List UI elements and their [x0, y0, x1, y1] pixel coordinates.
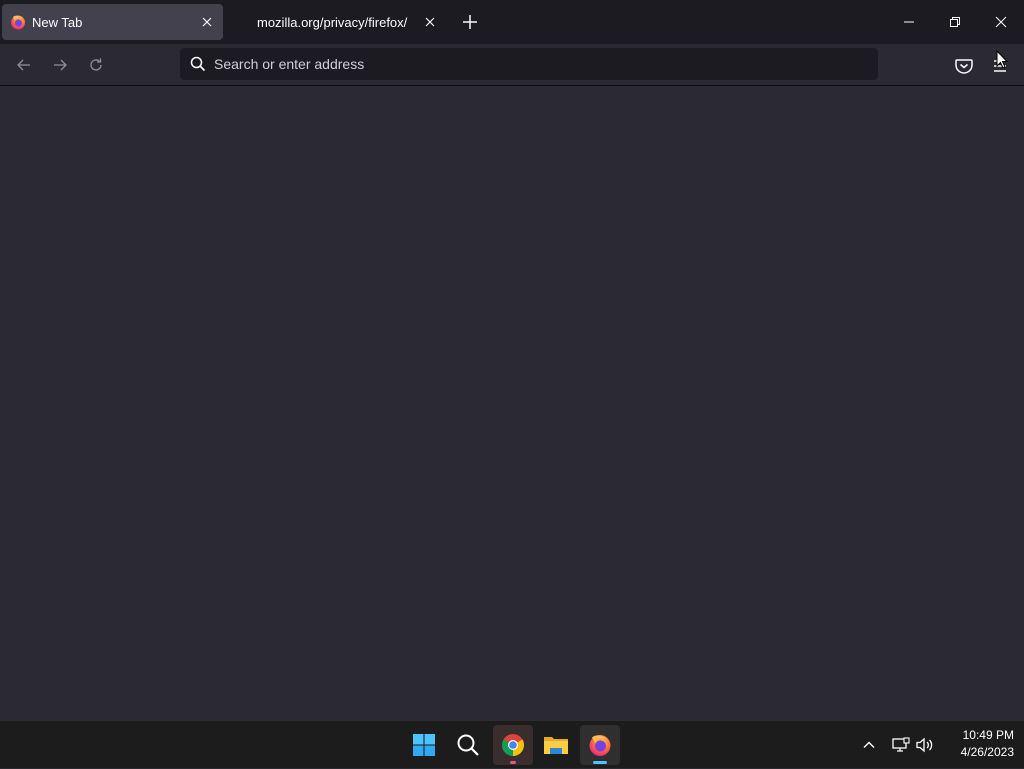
- tab-title: mozilla.org/privacy/firefox/: [257, 15, 408, 30]
- tab-new-tab[interactable]: New Tab: [2, 4, 223, 40]
- pocket-icon[interactable]: [952, 56, 976, 76]
- taskbar-clock[interactable]: 10:49 PM 4/26/2023: [940, 727, 1014, 761]
- firefox-favicon-icon: [11, 15, 25, 30]
- hamburger-menu-icon[interactable]: [988, 56, 1012, 76]
- clock-date: 4/26/2023: [960, 745, 1014, 759]
- tab-title: New Tab: [32, 15, 83, 30]
- windows-taskbar: 10:49 PM 4/26/2023: [0, 720, 1024, 768]
- taskbar-chrome-button[interactable]: [493, 725, 533, 765]
- start-button[interactable]: [404, 725, 444, 765]
- close-window-button[interactable]: [978, 0, 1024, 44]
- network-tray-button[interactable]: [890, 721, 912, 769]
- tab-strip: New Tab mozilla.org/privacy/firefox/: [0, 0, 1024, 44]
- search-icon: [190, 56, 206, 72]
- close-tab-icon[interactable]: [199, 14, 215, 30]
- windows-logo-icon: [413, 734, 435, 756]
- taskbar-search-button[interactable]: [448, 725, 488, 765]
- search-icon: [457, 734, 479, 756]
- close-tab-icon[interactable]: [422, 14, 438, 30]
- taskbar-firefox-button[interactable]: [580, 725, 620, 765]
- back-button[interactable]: [10, 52, 38, 78]
- firefox-window: New Tab mozilla.org/privacy/firefox/: [0, 0, 1024, 720]
- address-bar[interactable]: [180, 48, 878, 80]
- navigation-toolbar: [0, 44, 1024, 86]
- close-icon: [995, 16, 1007, 28]
- chevron-up-icon: [863, 741, 875, 748]
- forward-arrow-icon: [54, 59, 67, 71]
- restore-button[interactable]: [932, 0, 978, 44]
- reload-button[interactable]: [82, 52, 110, 78]
- folder-icon: [544, 737, 568, 754]
- restore-icon: [950, 17, 960, 27]
- chrome-icon: [502, 734, 524, 756]
- clock-time: 10:49 PM: [962, 728, 1014, 742]
- new-tab-plus-icon[interactable]: [460, 12, 480, 32]
- network-monitor-icon: [892, 737, 910, 752]
- reload-icon: [90, 58, 102, 71]
- taskbar-file-explorer-button[interactable]: [536, 725, 576, 765]
- page-content-area: [0, 86, 1024, 720]
- speaker-volume-icon: [916, 737, 933, 753]
- back-arrow-icon: [17, 59, 30, 71]
- tab-mozilla-privacy[interactable]: mozilla.org/privacy/firefox/: [246, 4, 446, 40]
- address-input[interactable]: [214, 48, 854, 80]
- firefox-icon: [589, 735, 611, 756]
- minimize-button[interactable]: [886, 0, 932, 44]
- forward-button[interactable]: [46, 52, 74, 78]
- running-indicator: [510, 761, 516, 764]
- minimize-icon: [904, 21, 914, 23]
- show-hidden-icons-button[interactable]: [858, 721, 880, 769]
- volume-tray-button[interactable]: [914, 721, 936, 769]
- active-indicator: [593, 761, 607, 764]
